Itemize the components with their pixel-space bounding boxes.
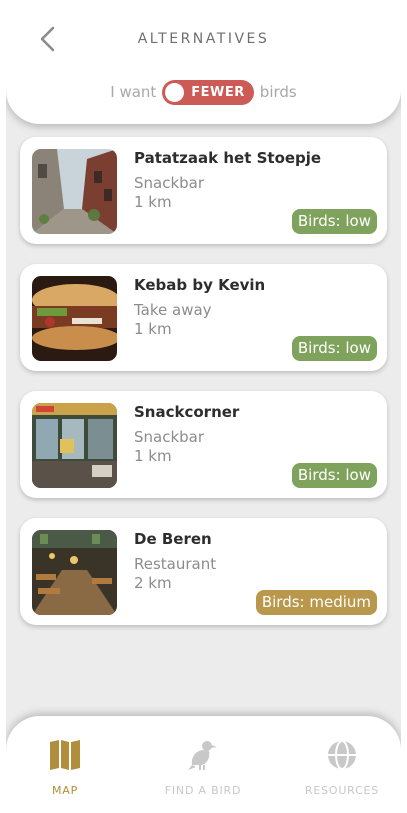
place-type: Snackbar — [134, 174, 205, 192]
globe-icon — [328, 740, 356, 770]
place-name: De Beren — [134, 530, 212, 548]
app-screen: ALTERNATIVES I want FEWER birds Patatzaa… — [6, 0, 401, 813]
toggle-prefix-label: I want — [110, 83, 157, 101]
nav-label-map: MAP — [51, 784, 79, 797]
place-type: Take away — [134, 301, 212, 319]
birds-badge: Birds: low — [291, 209, 377, 234]
toggle-knob — [165, 82, 185, 102]
place-name: Patatzaak het Stoepje — [134, 149, 322, 167]
place-distance: 2 km — [134, 574, 172, 592]
toggle-value-label: FEWER — [191, 84, 245, 100]
snackbar-photo — [32, 403, 117, 488]
map-icon — [50, 740, 80, 770]
header: ALTERNATIVES I want FEWER birds — [6, 0, 401, 124]
place-card[interactable]: Kebab by Kevin Take away 1 km Birds: low — [20, 264, 387, 371]
nav-label-resources: RESOURCES — [304, 784, 380, 797]
birds-badge: Birds: low — [291, 336, 377, 361]
page-title: ALTERNATIVES — [137, 31, 270, 47]
place-type: Restaurant — [134, 555, 217, 573]
bottom-nav: MAP FIND A BIRD RESOURCES — [6, 716, 401, 813]
restaurant-photo — [32, 530, 117, 615]
place-distance: 1 km — [134, 193, 172, 211]
place-distance: 1 km — [134, 320, 172, 338]
bird-icon — [188, 741, 217, 770]
place-card[interactable]: De Beren Restaurant 2 km Birds: medium — [20, 518, 387, 625]
kebab-photo — [32, 276, 117, 361]
street-photo — [32, 149, 117, 234]
toggle-suffix-label: birds — [259, 83, 297, 101]
place-name: Snackcorner — [134, 403, 240, 421]
birds-badge: Birds: low — [291, 463, 377, 488]
nav-item-map[interactable]: MAP — [10, 738, 120, 797]
place-type: Snackbar — [134, 428, 205, 446]
nav-item-resources[interactable]: RESOURCES — [287, 738, 397, 797]
nav-label-find-a-bird: FIND A BIRD — [164, 784, 242, 797]
nav-item-find-a-bird[interactable]: FIND A BIRD — [148, 738, 258, 797]
place-name: Kebab by Kevin — [134, 276, 266, 294]
birds-badge: Birds: medium — [255, 590, 377, 615]
place-card[interactable]: Snackcorner Snackbar 1 km Birds: low — [20, 391, 387, 498]
place-card[interactable]: Patatzaak het Stoepje Snackbar 1 km Bird… — [20, 137, 387, 244]
place-distance: 1 km — [134, 447, 172, 465]
fewer-birds-toggle[interactable]: FEWER — [162, 79, 254, 105]
bird-preference-row: I want FEWER birds — [6, 79, 401, 105]
